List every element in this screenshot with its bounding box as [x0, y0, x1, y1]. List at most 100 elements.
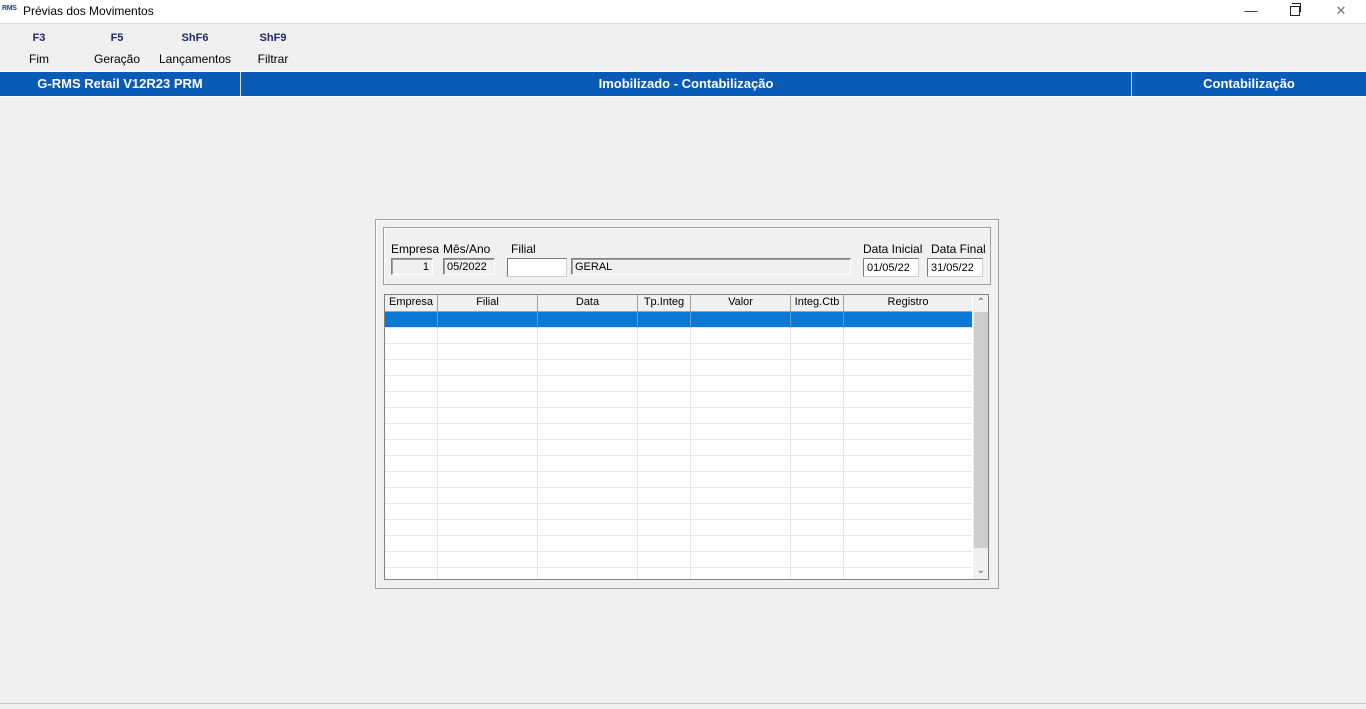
table-cell[interactable] — [438, 536, 538, 552]
table-cell[interactable] — [844, 344, 972, 360]
fim-button[interactable]: F3 Fim — [22, 32, 56, 66]
table-row-selected[interactable] — [385, 312, 972, 328]
table-cell[interactable] — [438, 520, 538, 536]
table-cell[interactable] — [538, 536, 638, 552]
table-cell[interactable] — [844, 360, 972, 376]
table-cell[interactable] — [691, 360, 791, 376]
table-cell[interactable] — [791, 392, 844, 408]
table-row[interactable] — [385, 552, 972, 568]
table-cell[interactable] — [638, 472, 691, 488]
table-cell[interactable] — [538, 456, 638, 472]
col-empresa-header[interactable]: Empresa — [385, 295, 438, 311]
movimentos-grid[interactable]: Empresa Filial Data Tp.Integ Valor Integ… — [384, 294, 989, 580]
table-cell[interactable] — [538, 520, 638, 536]
table-cell[interactable] — [385, 440, 438, 456]
table-cell[interactable] — [385, 408, 438, 424]
table-cell[interactable] — [538, 360, 638, 376]
table-cell[interactable] — [438, 392, 538, 408]
table-cell[interactable] — [691, 312, 791, 328]
table-cell[interactable] — [638, 408, 691, 424]
table-row[interactable] — [385, 440, 972, 456]
table-cell[interactable] — [791, 312, 844, 328]
table-row[interactable] — [385, 376, 972, 392]
table-cell[interactable] — [538, 328, 638, 344]
table-cell[interactable] — [844, 456, 972, 472]
grid-vertical-scrollbar[interactable]: ⌃ ⌄ — [973, 295, 988, 579]
table-cell[interactable] — [844, 520, 972, 536]
lancamentos-button[interactable]: ShF6 Lançamentos — [157, 32, 233, 66]
table-cell[interactable] — [385, 312, 438, 328]
table-cell[interactable] — [638, 392, 691, 408]
table-cell[interactable] — [844, 536, 972, 552]
table-cell[interactable] — [791, 424, 844, 440]
table-cell[interactable] — [791, 328, 844, 344]
table-cell[interactable] — [791, 376, 844, 392]
table-cell[interactable] — [385, 488, 438, 504]
table-cell[interactable] — [844, 424, 972, 440]
table-cell[interactable] — [691, 568, 791, 579]
table-cell[interactable] — [691, 456, 791, 472]
col-registro-header[interactable]: Registro — [844, 295, 972, 311]
table-cell[interactable] — [691, 472, 791, 488]
table-row[interactable] — [385, 408, 972, 424]
table-cell[interactable] — [438, 504, 538, 520]
col-tp-integ-header[interactable]: Tp.Integ — [638, 295, 691, 311]
table-cell[interactable] — [638, 568, 691, 579]
table-row[interactable] — [385, 328, 972, 344]
table-cell[interactable] — [638, 504, 691, 520]
table-cell[interactable] — [691, 520, 791, 536]
table-cell[interactable] — [538, 488, 638, 504]
table-cell[interactable] — [844, 392, 972, 408]
table-cell[interactable] — [691, 344, 791, 360]
table-row[interactable] — [385, 568, 972, 579]
table-cell[interactable] — [538, 472, 638, 488]
table-row[interactable] — [385, 344, 972, 360]
table-cell[interactable] — [638, 360, 691, 376]
table-cell[interactable] — [844, 328, 972, 344]
table-cell[interactable] — [438, 328, 538, 344]
col-integ-ctb-header[interactable]: Integ.Ctb — [791, 295, 844, 311]
table-cell[interactable] — [844, 440, 972, 456]
minimize-button[interactable]: — — [1228, 0, 1274, 23]
scroll-up-icon[interactable]: ⌃ — [973, 295, 988, 311]
table-cell[interactable] — [538, 312, 638, 328]
table-cell[interactable] — [438, 424, 538, 440]
table-cell[interactable] — [438, 440, 538, 456]
filtrar-button[interactable]: ShF9 Filtrar — [252, 32, 294, 66]
table-cell[interactable] — [438, 472, 538, 488]
table-cell[interactable] — [385, 360, 438, 376]
table-cell[interactable] — [538, 440, 638, 456]
table-row[interactable] — [385, 472, 972, 488]
table-cell[interactable] — [385, 520, 438, 536]
table-cell[interactable] — [385, 344, 438, 360]
table-cell[interactable] — [538, 424, 638, 440]
data-inicial-input[interactable]: 01/05/22 — [863, 258, 919, 277]
geracao-button[interactable]: F5 Geração — [92, 32, 142, 66]
table-cell[interactable] — [691, 328, 791, 344]
table-cell[interactable] — [638, 520, 691, 536]
table-cell[interactable] — [638, 488, 691, 504]
table-cell[interactable] — [791, 408, 844, 424]
table-cell[interactable] — [638, 456, 691, 472]
data-final-input[interactable]: 31/05/22 — [927, 258, 983, 277]
table-cell[interactable] — [691, 408, 791, 424]
table-cell[interactable] — [438, 408, 538, 424]
table-cell[interactable] — [791, 520, 844, 536]
table-row[interactable] — [385, 520, 972, 536]
table-cell[interactable] — [691, 424, 791, 440]
table-cell[interactable] — [538, 344, 638, 360]
col-valor-header[interactable]: Valor — [691, 295, 791, 311]
table-cell[interactable] — [691, 504, 791, 520]
table-cell[interactable] — [438, 488, 538, 504]
table-cell[interactable] — [438, 552, 538, 568]
table-cell[interactable] — [385, 376, 438, 392]
table-row[interactable] — [385, 488, 972, 504]
table-cell[interactable] — [385, 472, 438, 488]
table-cell[interactable] — [844, 408, 972, 424]
table-row[interactable] — [385, 392, 972, 408]
table-cell[interactable] — [791, 456, 844, 472]
table-cell[interactable] — [791, 552, 844, 568]
table-cell[interactable] — [791, 472, 844, 488]
col-filial-header[interactable]: Filial — [438, 295, 538, 311]
table-cell[interactable] — [691, 488, 791, 504]
